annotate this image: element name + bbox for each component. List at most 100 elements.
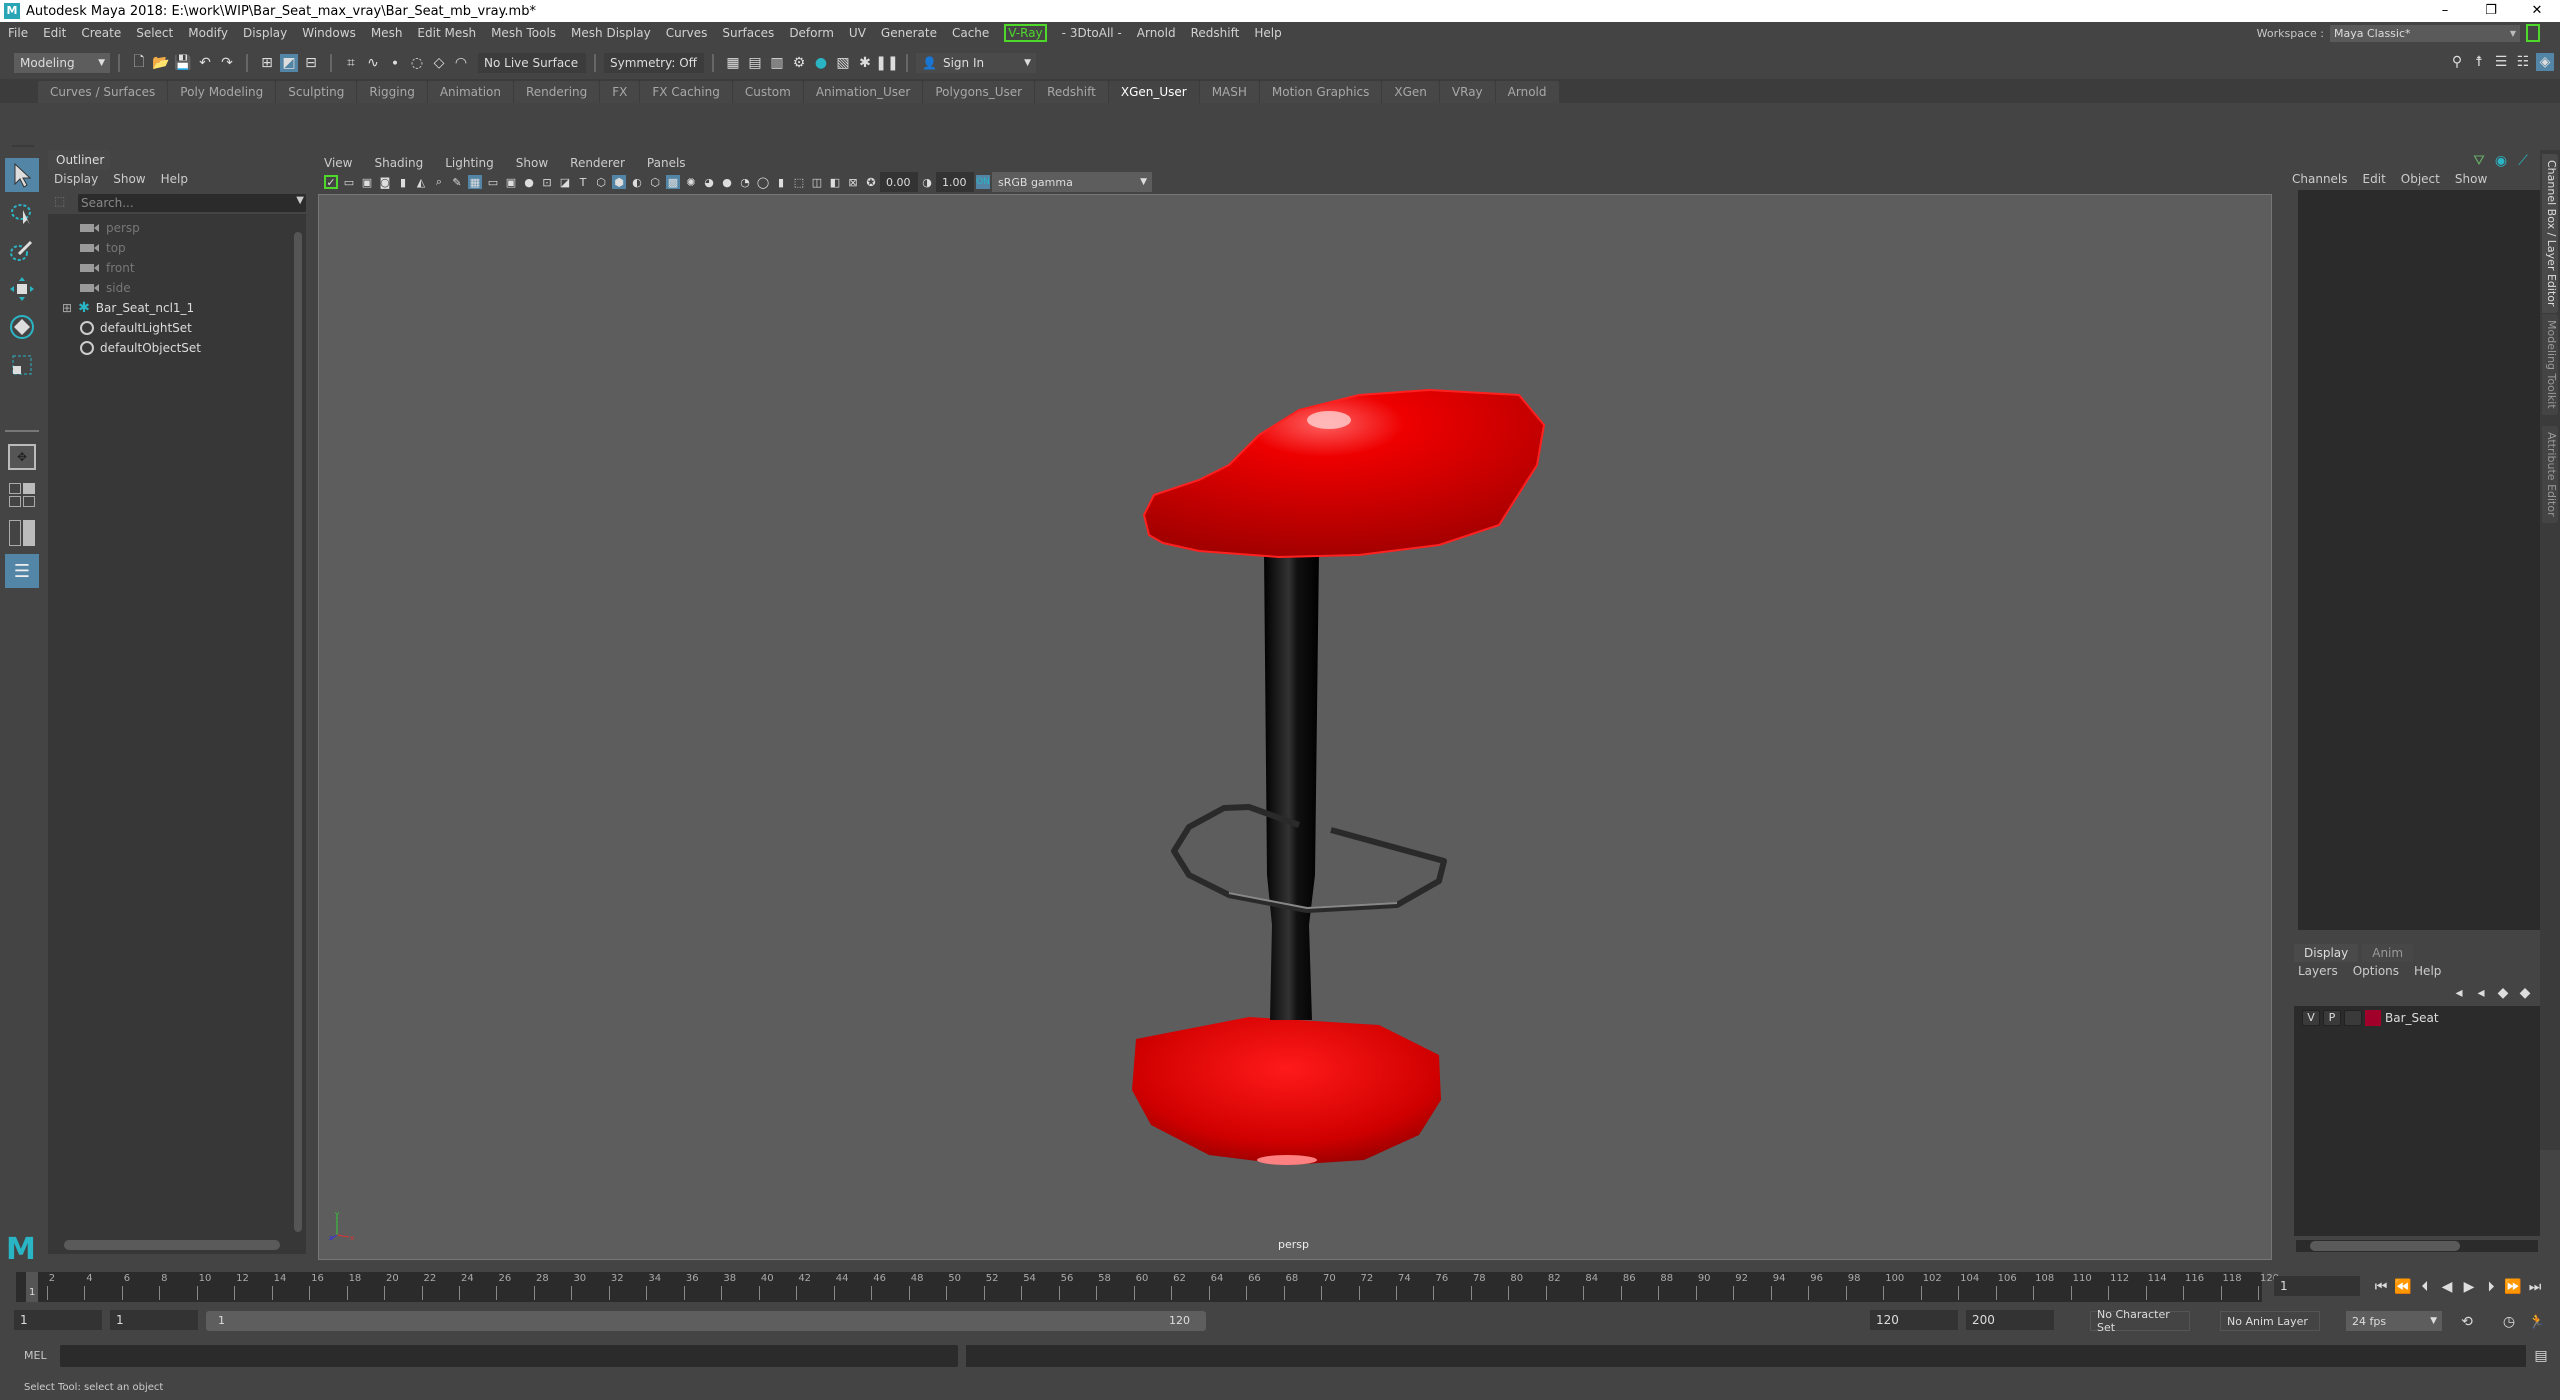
step-forward-key-icon[interactable]: ⏩: [2504, 1278, 2522, 1296]
open-scene-icon[interactable]: 📂: [152, 54, 170, 72]
search-options-chevron-icon[interactable]: ▼: [296, 195, 304, 206]
outliner-menu-help[interactable]: Help: [161, 172, 188, 186]
default-material-icon[interactable]: ◐: [630, 175, 644, 189]
move-layer-down-icon[interactable]: ◂: [2472, 984, 2490, 1002]
shelf-tab-rendering[interactable]: Rendering: [514, 81, 600, 103]
outliner-menu-display[interactable]: Display: [54, 172, 98, 186]
tab-channel-box-layer-editor[interactable]: Channel Box / Layer Editor: [2542, 154, 2558, 313]
undo-icon[interactable]: ↶: [196, 54, 214, 72]
animation-start-field[interactable]: 1: [14, 1310, 102, 1330]
anti-aliasing-icon[interactable]: ◯: [756, 175, 770, 189]
shelf-tab-rigging[interactable]: Rigging: [357, 81, 427, 103]
snap-curve-icon[interactable]: ∿: [364, 54, 382, 72]
menu-set-dropdown[interactable]: Modeling ▼: [14, 53, 110, 73]
expand-icon[interactable]: ⊞: [62, 301, 72, 315]
sign-in-button[interactable]: 👤 Sign In ▼: [916, 53, 1036, 73]
shelf-tab-xgen[interactable]: XGen: [1382, 81, 1439, 103]
animation-end-field[interactable]: 200: [1966, 1310, 2054, 1330]
hypershade-icon[interactable]: ●: [812, 54, 830, 72]
scale-tool-icon[interactable]: [5, 348, 39, 382]
range-slider[interactable]: 1 120: [206, 1311, 1206, 1331]
outliner-item[interactable]: side: [80, 278, 131, 298]
render-view-icon[interactable]: ▦: [724, 54, 742, 72]
outliner-item[interactable]: top: [80, 238, 126, 258]
menu-arnold[interactable]: Arnold: [1137, 26, 1176, 40]
ipr-render-icon[interactable]: ▥: [768, 54, 786, 72]
new-empty-layer-icon[interactable]: ◆: [2494, 984, 2512, 1002]
layer-menu-options[interactable]: Options: [2353, 964, 2399, 978]
playback-start-field[interactable]: 1: [110, 1310, 198, 1330]
shelf-tab-animation-user[interactable]: Animation_User: [803, 81, 923, 103]
new-layer-selected-icon[interactable]: ◆: [2516, 984, 2534, 1002]
save-scene-icon[interactable]: 💾: [174, 54, 192, 72]
outliner-item[interactable]: defaultLightSet: [80, 318, 192, 338]
menu-vray[interactable]: V-Ray: [1004, 24, 1047, 42]
auto-key-icon[interactable]: ◷: [2500, 1313, 2518, 1331]
shelf-tab-xgen-user[interactable]: XGen_User: [1108, 81, 1199, 103]
layer-color-swatch[interactable]: [2365, 1010, 2381, 1026]
3d-viewport[interactable]: y x z persp: [318, 194, 2272, 1260]
2d-pan-zoom-icon[interactable]: ⌕: [432, 175, 446, 189]
modeling-toolkit-icon[interactable]: ⚲: [2448, 53, 2466, 71]
camera-select-icon[interactable]: ▭: [342, 175, 356, 189]
vray-toggle-icon[interactable]: ✓: [324, 175, 338, 189]
snap-view-icon[interactable]: ◌: [408, 54, 426, 72]
textured-icon[interactable]: ▩: [666, 175, 680, 189]
rotate-tool-icon[interactable]: [5, 310, 39, 344]
cb-menu-edit[interactable]: Edit: [2363, 172, 2386, 186]
layer-menu-layers[interactable]: Layers: [2298, 964, 2338, 978]
outliner-item[interactable]: front: [80, 258, 135, 278]
grid-icon[interactable]: ▦: [468, 175, 482, 189]
shelf-tab-curves-surfaces[interactable]: Curves / Surfaces: [38, 81, 168, 103]
four-view-layout-icon[interactable]: [5, 478, 39, 512]
camera-lock-icon[interactable]: ▣: [360, 175, 374, 189]
menu-display[interactable]: Display: [243, 26, 287, 40]
shelf-tab-polygons-user[interactable]: Polygons_User: [923, 81, 1035, 103]
xray-active-icon[interactable]: ◧: [828, 175, 842, 189]
speed-icon[interactable]: ◉: [2492, 152, 2510, 170]
close-button[interactable]: ✕: [2514, 0, 2560, 22]
menu-redshift[interactable]: Redshift: [1191, 26, 1240, 40]
single-perspective-view-icon[interactable]: ✥: [5, 440, 39, 474]
menu-surfaces[interactable]: Surfaces: [722, 26, 774, 40]
menu-windows[interactable]: Windows: [302, 26, 356, 40]
select-tool-icon[interactable]: [5, 158, 39, 192]
go-to-end-icon[interactable]: ⏭: [2526, 1278, 2544, 1296]
motion-blur-icon[interactable]: ◔: [738, 175, 752, 189]
menu-cache[interactable]: Cache: [952, 26, 989, 40]
safe-title-icon[interactable]: T: [576, 175, 590, 189]
anim-layer-dropdown[interactable]: No Anim Layer: [2220, 1311, 2320, 1331]
workspace-dropdown[interactable]: Maya Classic*: [2330, 24, 2520, 42]
outliner-horizontal-scrollbar[interactable]: [64, 1240, 280, 1250]
image-plane-icon[interactable]: ◭: [414, 175, 428, 189]
cb-menu-object[interactable]: Object: [2401, 172, 2440, 186]
exposure-icon[interactable]: ✪: [864, 175, 878, 189]
menu-modify[interactable]: Modify: [188, 26, 228, 40]
bookmark-icon[interactable]: ▮: [396, 175, 410, 189]
film-gate-icon[interactable]: ▭: [486, 175, 500, 189]
shelf-tab-poly-modeling[interactable]: Poly Modeling: [168, 81, 276, 103]
new-scene-icon[interactable]: 🗋: [130, 54, 148, 72]
tab-modeling-toolkit[interactable]: Modeling Toolkit: [2542, 314, 2558, 415]
filter-icon[interactable]: ⬚: [54, 194, 65, 208]
color-management-toggle-icon[interactable]: ON: [976, 175, 990, 189]
lasso-tool-icon[interactable]: [5, 196, 39, 230]
viewport-menu-show[interactable]: Show: [516, 156, 548, 170]
live-surface-field[interactable]: No Live Surface: [478, 53, 586, 73]
play-forwards-icon[interactable]: ▶: [2460, 1278, 2478, 1296]
menu-mesh-tools[interactable]: Mesh Tools: [491, 26, 556, 40]
tool-settings-icon[interactable]: ☷: [2514, 53, 2532, 71]
script-editor-icon[interactable]: ▤: [2532, 1347, 2550, 1365]
command-language-label[interactable]: MEL: [24, 1349, 47, 1362]
menu-3dtoall[interactable]: - 3DtoAll -: [1062, 26, 1122, 40]
shelf-tab-animation[interactable]: Animation: [427, 81, 513, 103]
select-component-icon[interactable]: ⊟: [302, 54, 320, 72]
outliner-item[interactable]: persp: [80, 218, 140, 238]
menu-curves[interactable]: Curves: [666, 26, 708, 40]
move-tool-icon[interactable]: [5, 272, 39, 306]
wireframe-on-shaded-icon[interactable]: ⬡: [648, 175, 662, 189]
shelf-tab-mash[interactable]: MASH: [1199, 81, 1259, 103]
fps-dropdown[interactable]: 24 fps ▼: [2346, 1311, 2442, 1331]
use-all-lights-icon[interactable]: ✺: [684, 175, 698, 189]
attribute-editor-icon[interactable]: ☰: [2492, 53, 2510, 71]
